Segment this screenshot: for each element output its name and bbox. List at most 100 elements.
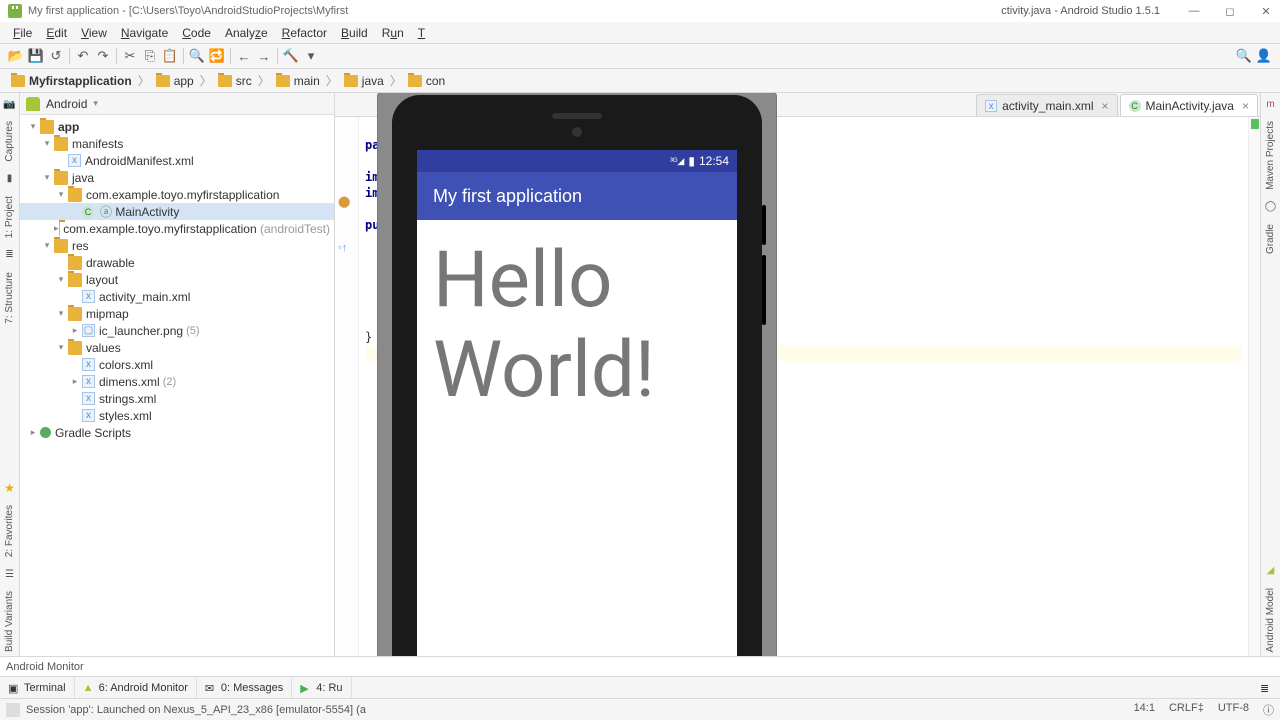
tree-mipmap[interactable]: ▾mipmap [20,305,334,322]
crumb-root[interactable]: Myfirstapplication [6,73,137,89]
project-header[interactable]: Android ▾ [20,93,334,115]
crumb-app[interactable]: app [151,73,199,89]
breadcrumb: Myfirstapplication〉 app〉 src〉 main〉 java… [0,69,1280,93]
line-separator[interactable]: CRLF‡ [1169,702,1204,718]
run-config-icon[interactable]: ▾ [301,47,321,65]
crumb-main[interactable]: main [271,73,325,89]
sync-icon[interactable]: ↺ [46,47,66,65]
editor-gutter: ⬤ ◦↑ [335,117,359,656]
emulator-window[interactable]: ³ᴳ◢ ▮ 12:54 My first application Hello W… [378,93,776,656]
side-favorites[interactable]: 2: Favorites [4,501,15,561]
back-icon[interactable]: ← [234,47,254,65]
structure-icon[interactable]: ≣ [3,248,17,262]
app-title: My first application [433,186,582,207]
tab-messages[interactable]: ✉0: Messages [197,677,292,698]
variants-icon[interactable]: ☰ [3,567,17,581]
tree-res[interactable]: ▾res [20,237,334,254]
tree-ic-launcher[interactable]: ▸▢ic_launcher.png(5) [20,322,334,339]
redo-icon[interactable]: ↷ [93,47,113,65]
context-icon[interactable]: ⓘ [1263,702,1274,718]
tab-run[interactable]: ▶4: Ru [292,677,351,698]
tab-terminal[interactable]: ▣Terminal [0,677,75,698]
tree-manifests[interactable]: ▾manifests [20,135,334,152]
menu-file[interactable]: File [6,24,39,42]
menu-refactor[interactable]: Refactor [275,24,334,42]
menu-edit[interactable]: Edit [39,24,74,42]
close-button[interactable]: ✕ [1260,5,1272,18]
save-icon[interactable]: 💾 [26,47,46,65]
tree-strings[interactable]: xstrings.xml [20,390,334,407]
side-captures[interactable]: Captures [4,117,15,166]
crumb-trunc[interactable]: con [403,73,450,89]
menu-build[interactable]: Build [334,24,375,42]
gradle-icon[interactable]: ◯ [1264,200,1278,214]
close-icon[interactable]: × [1101,99,1108,113]
side-android-model[interactable]: Android Model [1265,584,1276,656]
override-gutter-icon[interactable]: ⬤ [338,195,352,209]
tree-mainactivity[interactable]: Cⓐ MainActivity [20,203,334,220]
menu-truncated[interactable]: T [411,24,432,42]
undo-icon[interactable]: ↶ [73,47,93,65]
menu-analyze[interactable]: Analyze [218,24,275,42]
tree-styles[interactable]: xstyles.xml [20,407,334,424]
network-icon: ³ᴳ◢ [670,156,684,167]
window-title-left: My first application - [C:\Users\Toyo\An… [28,5,348,17]
menu-view[interactable]: View [74,24,114,42]
tree-dimens[interactable]: ▸xdimens.xml(2) [20,373,334,390]
tab-android-monitor[interactable]: ▲6: Android Monitor [75,677,197,698]
tree-activity-main-xml[interactable]: xactivity_main.xml [20,288,334,305]
crumb-java[interactable]: java [339,73,389,89]
caret-position[interactable]: 14:1 [1134,702,1155,718]
side-structure[interactable]: 7: Structure [4,268,15,328]
make-icon[interactable]: 🔨 [281,47,301,65]
side-gradle[interactable]: Gradle [1265,220,1276,258]
search-everywhere-icon[interactable]: 🔍 [1234,47,1254,65]
tree-gradle-scripts[interactable]: ▸Gradle Scripts [20,424,334,441]
tree-colors[interactable]: xcolors.xml [20,356,334,373]
tree-package-test[interactable]: ▸com.example.toyo.myfirstapplication (an… [20,220,334,237]
tab-mainactivity-java[interactable]: CMainActivity.java× [1120,94,1259,116]
cut-icon[interactable]: ✂ [120,47,140,65]
user-icon[interactable]: 👤 [1254,47,1274,65]
chevron-down-icon: ▾ [93,98,98,109]
error-stripe[interactable] [1248,117,1260,656]
app-bar: My first application [417,172,737,220]
file-encoding[interactable]: UTF-8 [1218,702,1249,718]
implements-gutter-icon[interactable]: ◦↑ [338,242,352,256]
phone-screen[interactable]: ³ᴳ◢ ▮ 12:54 My first application Hello W… [417,150,737,656]
maximize-button[interactable]: ◻ [1224,5,1236,18]
replace-icon[interactable]: 🔁 [207,47,227,65]
android-monitor-header[interactable]: Android Monitor [0,656,1280,676]
maven-icon[interactable]: m [1264,97,1278,111]
side-variants[interactable]: Build Variants [4,587,15,656]
find-icon[interactable]: 🔍 [187,47,207,65]
open-icon[interactable]: 📂 [6,47,26,65]
android-model-icon[interactable]: ◢ [1264,564,1278,578]
minimize-button[interactable]: — [1188,5,1200,18]
status-icon[interactable] [6,703,20,717]
tree-drawable[interactable]: drawable [20,254,334,271]
menu-navigate[interactable]: Navigate [114,24,175,42]
tree-java[interactable]: ▾java [20,169,334,186]
paste-icon[interactable]: 📋 [160,47,180,65]
tree-values[interactable]: ▾values [20,339,334,356]
close-icon[interactable]: × [1242,99,1249,113]
menu-code[interactable]: Code [175,24,218,42]
captures-icon[interactable]: 📷 [3,97,17,111]
crumb-src[interactable]: src [213,73,257,89]
tab-activity-main-xml[interactable]: xactivity_main.xml× [976,94,1117,116]
tree-androidmanifest[interactable]: xAndroidManifest.xml [20,152,334,169]
tree-layout[interactable]: ▾layout [20,271,334,288]
project-tree[interactable]: ▾app ▾manifests xAndroidManifest.xml ▾ja… [20,115,334,656]
forward-icon[interactable]: → [254,47,274,65]
favorites-icon[interactable]: ★ [3,481,17,495]
tree-package[interactable]: ▾com.example.toyo.myfirstapplication [20,186,334,203]
copy-icon[interactable]: ⎘ [140,47,160,65]
event-log-icon[interactable]: ≣ [1252,677,1280,698]
android-icon [26,97,40,111]
tree-app[interactable]: ▾app [20,118,334,135]
side-project[interactable]: 1: Project [4,192,15,242]
side-maven[interactable]: Maven Projects [1265,117,1276,194]
menu-run[interactable]: Run [375,24,411,42]
project-icon[interactable]: ▮ [3,172,17,186]
